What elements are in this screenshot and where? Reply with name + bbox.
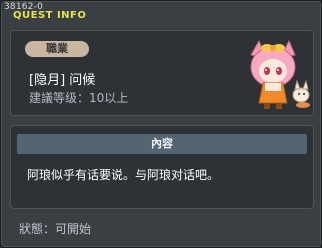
content-text: 阿琅似乎有话要说。与阿琅对话吧。 xyxy=(27,168,220,182)
status-row: 狀態：可開始 xyxy=(19,220,91,237)
status-label: 狀態： xyxy=(19,222,56,236)
window-title: QUEST INFO xyxy=(13,10,87,21)
status-value: 可開始 xyxy=(55,222,92,236)
quest-name: [隐月] 问候 xyxy=(29,73,96,88)
npc-portrait-icon xyxy=(250,39,310,109)
content-header: 內容 xyxy=(17,134,307,154)
quest-info-window: 38162-0 QUEST INFO 職業 [隐月] 问候 建議等级：10以上 xyxy=(0,0,322,248)
quest-content-panel: 內容 阿琅似乎有话要说。与阿琅对话吧。 xyxy=(10,125,314,209)
quest-summary-panel: 職業 [隐月] 问候 建議等级：10以上 xyxy=(10,30,314,116)
job-badge: 職業 xyxy=(25,41,89,57)
level-requirement: 建議等级：10以上 xyxy=(29,91,129,105)
